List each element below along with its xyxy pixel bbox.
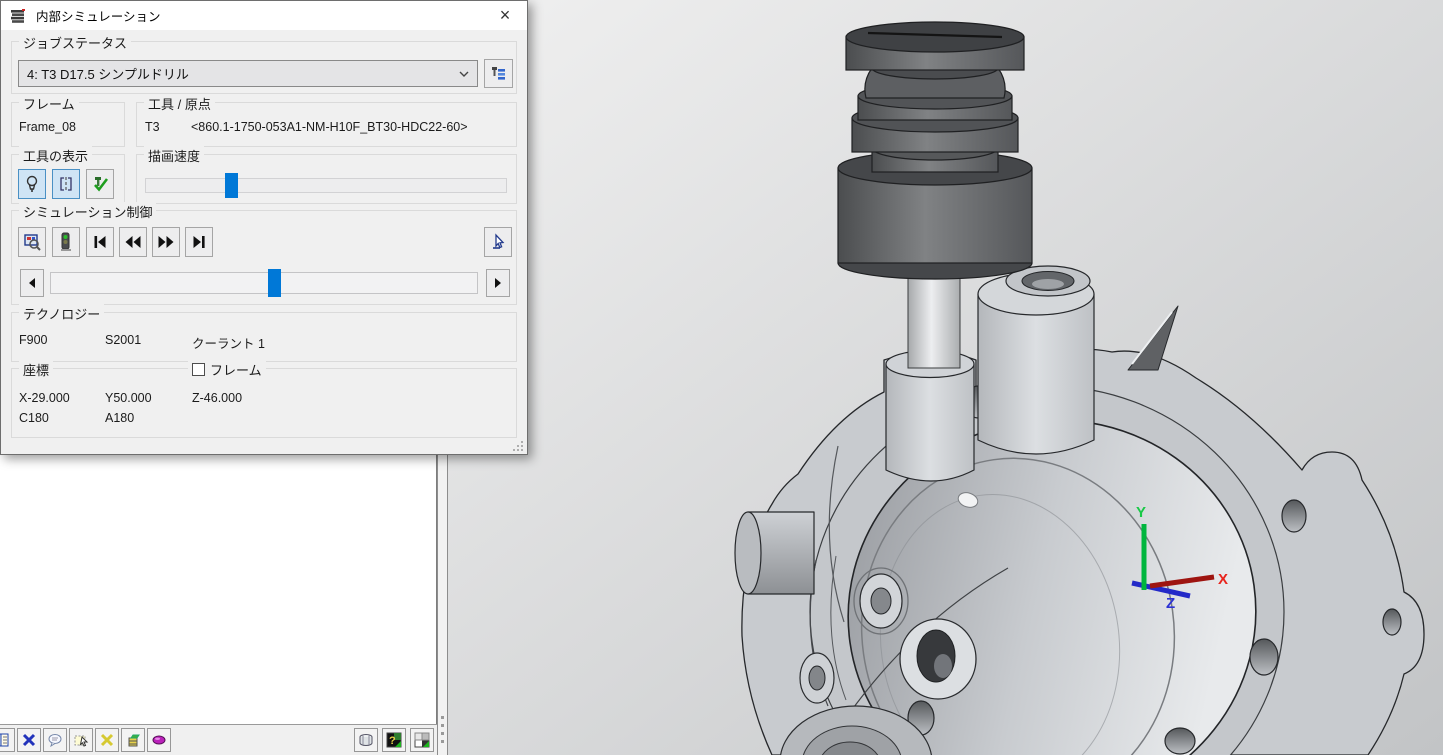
machine-status-button[interactable]	[52, 227, 80, 257]
coord-a: A180	[105, 411, 134, 425]
draw-speed-label: 描画速度	[144, 146, 204, 165]
simulation-dialog: 内部シミュレーション × ジョブステータス 4: T3 D17.5 シンプルドリ…	[0, 0, 528, 455]
chevron-down-icon	[459, 71, 469, 77]
axis-z-label: Z	[1166, 595, 1175, 612]
skip-start-button[interactable]	[86, 227, 114, 257]
tool-holder	[838, 22, 1032, 279]
skip-end-button[interactable]	[185, 227, 213, 257]
step-back-button[interactable]	[20, 269, 44, 297]
bottom-toolbar: ?	[0, 724, 437, 755]
delete-blue-icon[interactable]	[17, 728, 41, 752]
dialog-titlebar[interactable]: 内部シミュレーション ×	[1, 1, 527, 30]
job-list-button[interactable]	[484, 59, 513, 88]
job-list-icon	[490, 65, 507, 82]
axis-x-label: X	[1218, 571, 1228, 588]
show-tool-section-icon	[58, 175, 74, 193]
show-holder-check-icon	[91, 175, 109, 193]
skip-start-icon	[92, 235, 108, 249]
delete-yellow-icon[interactable]	[95, 728, 119, 752]
machine-status-icon	[59, 232, 73, 252]
frame-checkbox-label: フレーム	[210, 360, 262, 379]
machine-simulation-button[interactable]	[18, 227, 46, 257]
fast-forward-icon	[157, 235, 175, 249]
draw-speed-slider[interactable]	[145, 178, 507, 193]
group-job-status: ジョブステータス 4: T3 D17.5 シンプルドリル	[11, 41, 517, 94]
svg-text:?: ?	[389, 735, 396, 747]
simulation-app-icon	[10, 8, 28, 24]
coord-c: C180	[19, 411, 49, 425]
skip-end-icon	[191, 235, 207, 249]
machine-simulation-icon	[23, 233, 41, 251]
3d-viewport[interactable]: Y X Z	[448, 0, 1443, 755]
group-technology: テクノロジー F900 S2001 クーラント 1	[11, 312, 517, 362]
show-tool-section-button[interactable]	[52, 169, 80, 199]
arrow-right-icon	[494, 278, 502, 288]
rewind-button[interactable]	[119, 227, 147, 257]
sim-control-label: シミュレーション制御	[19, 202, 156, 221]
show-holder-check-button[interactable]	[86, 169, 114, 199]
form-icon[interactable]	[0, 728, 15, 752]
stock-cylinder-icon[interactable]	[354, 728, 378, 752]
job-status-selected: 4: T3 D17.5 シンプルドリル	[27, 64, 189, 83]
frame-checkbox-row: フレーム	[188, 360, 266, 379]
comment-icon[interactable]	[43, 728, 67, 752]
bottom-toolbar-right: ?	[350, 728, 434, 752]
tool-display-label: 工具の表示	[19, 146, 92, 165]
feed-value: F900	[19, 333, 48, 347]
group-tool-origin: 工具 / 原点 T3 <860.1-1750-053A1-NM-H10F_BT3…	[136, 102, 517, 147]
axis-y-label: Y	[1136, 504, 1146, 521]
frame-checkbox[interactable]	[192, 363, 205, 376]
group-frame: フレーム Frame_08	[11, 102, 125, 147]
show-tool-icon	[24, 175, 40, 193]
sim-progress-slider[interactable]	[50, 272, 478, 294]
coord-x: X-29.000	[19, 391, 70, 405]
ellipse-icon[interactable]	[147, 728, 171, 752]
group-sim-control: シミュレーション制御	[11, 210, 517, 305]
job-status-combo[interactable]: 4: T3 D17.5 シンプルドリル	[18, 60, 478, 87]
spindle-value: S2001	[105, 333, 141, 347]
frame-value: Frame_08	[19, 120, 76, 134]
sim-progress-handle[interactable]	[268, 269, 281, 297]
tool-name: <860.1-1750-053A1-NM-H10F_BT30-HDC22-60>	[191, 120, 468, 134]
cabinet-icon[interactable]	[121, 728, 145, 752]
arrow-left-icon	[28, 278, 36, 288]
group-draw-speed: 描画速度	[136, 154, 517, 204]
close-button[interactable]: ×	[492, 4, 518, 28]
coolant-value: クーラント 1	[192, 333, 265, 352]
frame-label: フレーム	[19, 94, 79, 113]
rewind-icon	[124, 235, 142, 249]
tool-origin-label: 工具 / 原点	[144, 94, 215, 113]
draw-speed-handle[interactable]	[225, 173, 238, 198]
step-forward-button[interactable]	[486, 269, 510, 297]
coord-z: Z-46.000	[192, 391, 242, 405]
job-status-label: ジョブステータス	[19, 33, 131, 52]
verify-question-icon[interactable]: ?	[382, 728, 406, 752]
resize-grip[interactable]	[512, 440, 524, 452]
select-region-icon[interactable]	[69, 728, 93, 752]
verify-checker-icon[interactable]	[410, 728, 434, 752]
application-window: Y X Z	[0, 0, 1443, 755]
coord-y: Y50.000	[105, 391, 152, 405]
technology-label: テクノロジー	[19, 304, 104, 323]
dialog-title: 内部シミュレーション	[36, 6, 161, 25]
run-to-cursor-button[interactable]	[484, 227, 512, 257]
tool-number: T3	[145, 120, 160, 134]
show-tool-button[interactable]	[18, 169, 46, 199]
fast-forward-button[interactable]	[152, 227, 180, 257]
run-to-cursor-icon	[490, 233, 506, 251]
group-tool-display: 工具の表示	[11, 154, 125, 204]
group-coordinates: 座標 フレーム X-29.000 Y50.000 Z-46.000 C180 A…	[11, 368, 517, 438]
coordinates-label: 座標	[19, 360, 53, 379]
cad-scene: Y X Z	[448, 0, 1443, 755]
